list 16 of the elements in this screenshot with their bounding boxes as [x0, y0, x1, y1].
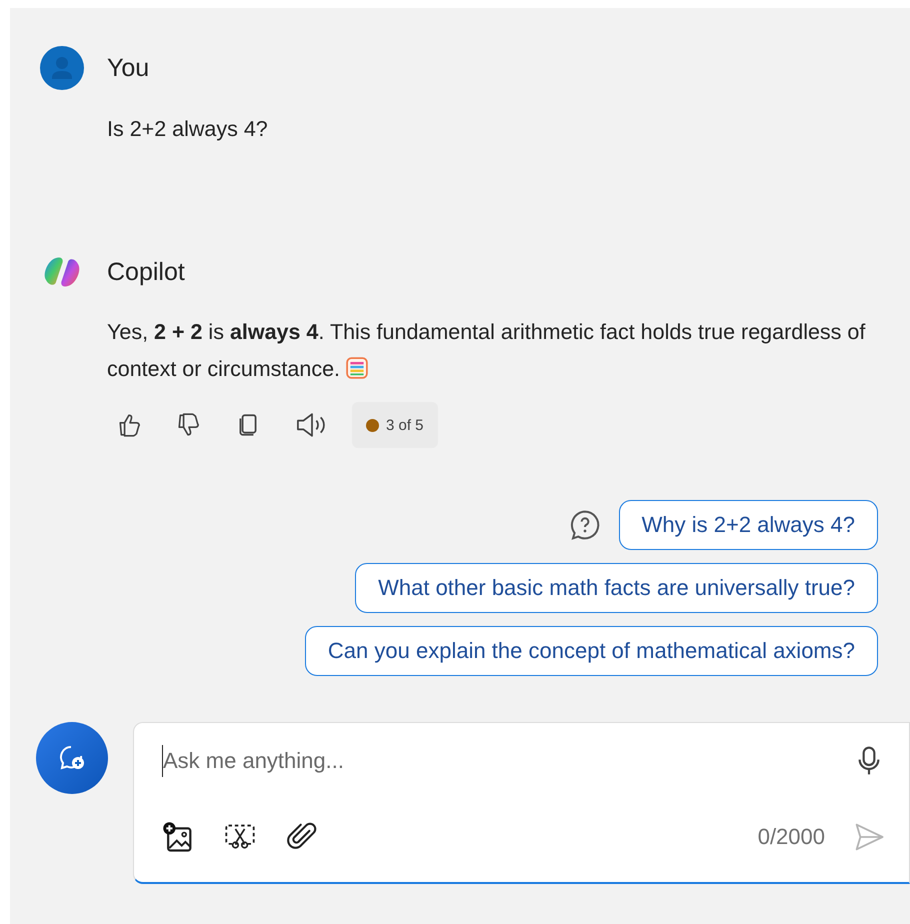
message-input[interactable]: Ask me anything... [162, 745, 853, 777]
user-avatar-icon [40, 46, 84, 90]
thumbs-up-icon[interactable] [117, 412, 143, 438]
character-count: 0/2000 [758, 824, 825, 850]
suggestion-chip[interactable]: Can you explain the concept of mathematical axioms? [304, 626, 878, 676]
suggestion-chip[interactable]: Why is 2+2 always 4? [618, 500, 878, 550]
response-counter-label: 3 of 5 [386, 416, 424, 434]
suggestion-chip[interactable]: What other basic math facts are universally true? [355, 563, 878, 613]
question-bubble-icon [568, 509, 601, 541]
author-name: You [107, 54, 150, 82]
thumbs-down-icon[interactable] [176, 412, 202, 438]
message-text: Is 2+2 always 4? [107, 116, 269, 143]
citation-icon[interactable] [346, 357, 368, 379]
author-name: Copilot [107, 258, 185, 286]
add-image-icon[interactable] [162, 821, 194, 853]
message-text: Yes, 2 + 2 is always 4. This fundamental arithmetic fact holds true regardless of context or circumstance. [107, 319, 866, 383]
